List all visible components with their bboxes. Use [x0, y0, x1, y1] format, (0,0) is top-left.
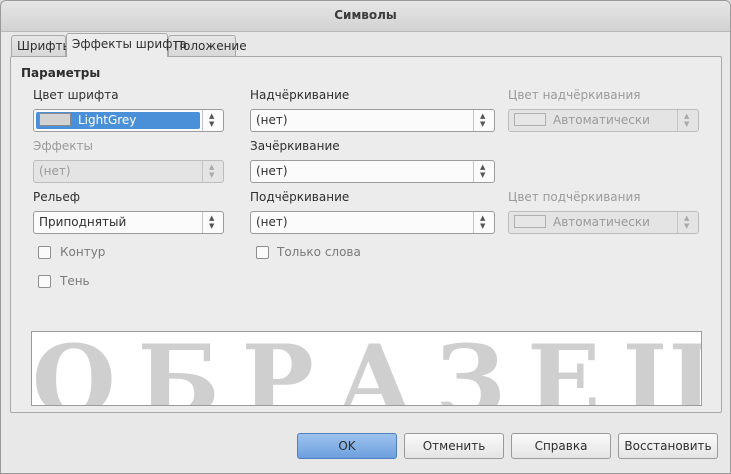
font-color-label: Цвет шрифта [33, 88, 119, 102]
ok-button[interactable]: OK [297, 433, 397, 459]
preview-box: ОБРАЗЕЦ [31, 331, 702, 406]
overline-color-text: Автоматически [553, 113, 650, 127]
underline-color-text: Автоматически [553, 215, 650, 229]
reset-button[interactable]: Восстановить [618, 433, 718, 459]
underline-color-label: Цвет подчёркивания [508, 190, 641, 204]
font-effects-panel: Параметры Цвет шрифта LightGrey ▲ ▼ Эффек… [10, 56, 722, 413]
spin-up-down-icon[interactable]: ▲ ▼ [202, 110, 223, 131]
relief-label: Рельеф [33, 190, 81, 204]
section-heading: Параметры [21, 66, 101, 80]
tab-font-effects[interactable]: Эффекты шрифта [66, 33, 187, 57]
color-swatch [514, 215, 546, 228]
contour-checkbox[interactable] [38, 246, 51, 259]
words-only-label[interactable]: Только слова [277, 245, 361, 259]
strikethrough-combo[interactable]: (нет) ▲ ▼ [250, 160, 495, 183]
preview-text: ОБРАЗЕЦ [32, 331, 702, 406]
underline-color-combo[interactable]: Автоматически ▲ ▼ [508, 211, 699, 234]
shadow-checkbox[interactable] [38, 275, 51, 288]
tab-fonts[interactable]: Шрифты [11, 35, 72, 56]
overline-color-label: Цвет надчёркивания [508, 88, 641, 102]
font-color-combo[interactable]: LightGrey ▲ ▼ [33, 109, 224, 132]
overline-label: Надчёркивание [250, 88, 350, 102]
title-bar[interactable]: Символы [1, 1, 730, 32]
overline-color-value: Автоматически [514, 113, 650, 127]
relief-value: Приподнятый [39, 215, 127, 229]
cancel-button[interactable]: Отменить [404, 433, 504, 459]
effects-combo[interactable]: (нет) ▲ ▼ [33, 160, 224, 183]
contour-label[interactable]: Контур [60, 245, 105, 259]
effects-label: Эффекты [33, 139, 93, 153]
underline-value: (нет) [256, 215, 288, 229]
color-swatch [514, 113, 546, 126]
help-button[interactable]: Справка [511, 433, 611, 459]
spin-up-down-icon[interactable]: ▲ ▼ [473, 110, 494, 131]
underline-combo[interactable]: (нет) ▲ ▼ [250, 211, 495, 234]
dialog-window: Символы Шрифты Эффекты шрифта Положение … [0, 0, 731, 474]
strikethrough-value: (нет) [256, 164, 288, 178]
overline-color-combo[interactable]: Автоматически ▲ ▼ [508, 109, 699, 132]
relief-combo[interactable]: Приподнятый ▲ ▼ [33, 211, 224, 234]
overline-combo[interactable]: (нет) ▲ ▼ [250, 109, 495, 132]
shadow-label[interactable]: Тень [60, 274, 90, 288]
effects-value: (нет) [39, 164, 71, 178]
strikethrough-label: Зачёркивание [250, 139, 340, 153]
font-color-text: LightGrey [78, 113, 137, 127]
spin-up-down-icon: ▲ ▼ [202, 161, 223, 182]
font-color-value: LightGrey [39, 113, 136, 127]
spin-up-down-icon: ▲ ▼ [677, 110, 698, 131]
spin-up-down-icon[interactable]: ▲ ▼ [473, 161, 494, 182]
spin-up-down-icon[interactable]: ▲ ▼ [473, 212, 494, 233]
overline-value: (нет) [256, 113, 288, 127]
underline-color-value: Автоматически [514, 215, 650, 229]
spin-up-down-icon: ▲ ▼ [677, 212, 698, 233]
underline-label: Подчёркивание [250, 190, 350, 204]
color-swatch [39, 113, 71, 126]
words-only-checkbox[interactable] [256, 246, 269, 259]
spin-up-down-icon[interactable]: ▲ ▼ [202, 212, 223, 233]
window-title: Символы [334, 8, 397, 22]
